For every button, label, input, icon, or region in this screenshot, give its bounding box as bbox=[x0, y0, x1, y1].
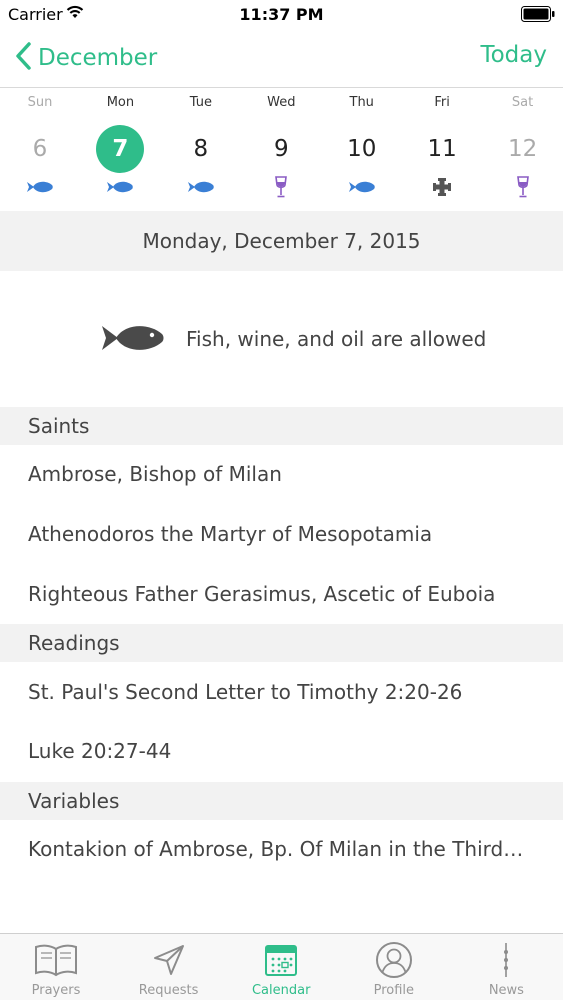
section-header-readings: Readings bbox=[0, 624, 563, 662]
fish-icon bbox=[322, 176, 402, 198]
profile-icon bbox=[338, 942, 450, 978]
day-cell[interactable]: Tue 8 bbox=[161, 89, 241, 211]
saint-item[interactable]: Righteous Father Gerasimus, Ascetic of E… bbox=[0, 566, 563, 622]
fasting-info: Fish, wine, and oil are allowed bbox=[0, 310, 563, 370]
fasting-text: Fish, wine, and oil are allowed bbox=[186, 327, 487, 351]
wine-icon bbox=[241, 176, 321, 198]
back-button[interactable]: December bbox=[14, 40, 157, 76]
status-bar: Carrier 11:37 PM bbox=[0, 0, 563, 30]
status-time: 11:37 PM bbox=[239, 5, 324, 24]
day-cell[interactable]: Sun 6 bbox=[0, 89, 80, 211]
day-number: 10 bbox=[347, 136, 377, 162]
date-header: Monday, December 7, 2015 bbox=[0, 211, 563, 271]
reading-item[interactable]: Luke 20:27-44 bbox=[0, 723, 563, 779]
battery-icon bbox=[521, 6, 555, 22]
day-cell[interactable]: Wed 9 bbox=[241, 89, 321, 211]
day-cell[interactable]: Mon 7 bbox=[80, 89, 160, 211]
tab-prayers[interactable]: Prayers bbox=[0, 934, 112, 1000]
tab-label: Calendar bbox=[251, 983, 311, 998]
navigation-bar: December Today bbox=[0, 30, 563, 88]
day-cell[interactable]: Thu 10 bbox=[322, 89, 402, 211]
day-cell[interactable]: Fri 11 bbox=[402, 89, 482, 211]
day-number: 6 bbox=[32, 136, 48, 162]
tab-calendar[interactable]: Calendar bbox=[225, 934, 337, 1000]
tab-bar: Prayers Requests Calendar Profile News bbox=[0, 933, 563, 1000]
day-number: 12 bbox=[507, 136, 538, 162]
fish-icon bbox=[100, 320, 166, 360]
section-header-variables: Variables bbox=[0, 782, 563, 820]
day-cell[interactable]: Sat 12 bbox=[483, 89, 563, 211]
section-header-saints: Saints bbox=[0, 407, 563, 445]
day-number: 11 bbox=[427, 136, 457, 162]
book-icon bbox=[0, 942, 112, 978]
week-strip: Sun 6 Mon 7 Tue 8 Wed 9 Thu 10 Fri 11 Sat 12 bbox=[0, 89, 563, 211]
variable-item[interactable]: Kontakion of Ambrose, Bp. Of Milan in th… bbox=[0, 821, 563, 877]
fish-icon bbox=[0, 176, 80, 198]
day-of-week-label: Wed bbox=[267, 95, 296, 110]
saint-item[interactable]: Ambrose, Bishop of Milan bbox=[0, 446, 563, 502]
day-of-week-label: Tue bbox=[189, 95, 212, 110]
back-label: December bbox=[38, 45, 158, 71]
chevron-left-icon bbox=[14, 41, 32, 75]
day-of-week-label: Fri bbox=[434, 95, 450, 110]
saint-item[interactable]: Athenodoros the Martyr of Mesopotamia bbox=[0, 506, 563, 562]
news-icon bbox=[450, 942, 562, 978]
fish-icon bbox=[161, 176, 241, 198]
day-of-week-label: Sun bbox=[27, 95, 53, 110]
tab-requests[interactable]: Requests bbox=[113, 934, 225, 1000]
tab-news[interactable]: News bbox=[450, 934, 562, 1000]
cross-icon bbox=[402, 176, 482, 198]
tab-profile[interactable]: Profile bbox=[338, 934, 450, 1000]
tab-label: Requests bbox=[138, 983, 199, 998]
tab-label: Profile bbox=[373, 983, 414, 998]
day-number: 9 bbox=[273, 136, 289, 162]
reading-item[interactable]: St. Paul's Second Letter to Timothy 2:20… bbox=[0, 664, 563, 720]
day-of-week-label: Sat bbox=[511, 95, 534, 110]
tab-label: Prayers bbox=[31, 983, 81, 998]
selected-day-number: 7 bbox=[96, 125, 145, 173]
fish-icon bbox=[80, 176, 160, 198]
today-button[interactable]: Today bbox=[480, 42, 547, 68]
day-of-week-label: Mon bbox=[106, 95, 135, 110]
day-of-week-label: Thu bbox=[349, 95, 374, 110]
calendar-icon bbox=[225, 942, 337, 978]
day-number: 8 bbox=[193, 136, 209, 162]
tab-label: News bbox=[488, 983, 524, 998]
wine-icon bbox=[483, 176, 563, 198]
send-icon bbox=[113, 942, 225, 978]
